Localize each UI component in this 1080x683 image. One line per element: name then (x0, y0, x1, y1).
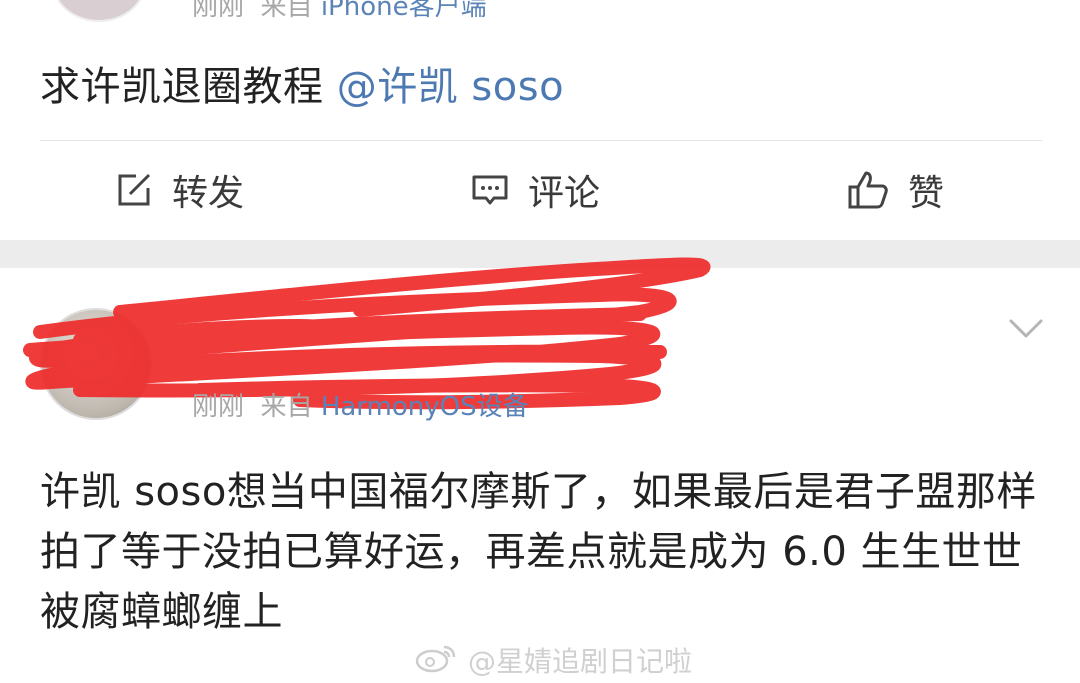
chevron-down-icon[interactable] (1008, 318, 1044, 344)
post-meta: 刚刚 来自 iPhone客户端 (192, 0, 487, 23)
post-time: 刚刚 (192, 392, 245, 422)
post-body: 求许凯退圈教程 (40, 64, 324, 110)
post-time: 刚刚 (192, 0, 245, 22)
repost-button[interactable]: 转发 (114, 141, 244, 238)
post-text: 求许凯退圈教程 @许凯 soso (40, 54, 564, 112)
comment-icon (470, 170, 510, 210)
post-text: 许凯 soso想当中国福尔摩斯了，如果最后是君子盟那样拍了等于没拍已算好运，再差… (40, 469, 1037, 635)
post-card-1: 刚刚 来自 iPhone客户端 求许凯退圈教程 @许凯 soso 转发 评论 赞 (0, 0, 1080, 240)
feed-separator (0, 240, 1080, 268)
comment-label: 评论 (528, 172, 601, 214)
post-device[interactable]: iPhone客户端 (321, 0, 487, 22)
weibo-logo-icon (414, 641, 458, 680)
post-source-label: 来自 (260, 392, 313, 422)
avatar[interactable] (52, 0, 146, 22)
like-label: 赞 (908, 172, 945, 214)
like-icon (846, 169, 890, 211)
repost-label: 转发 (172, 172, 245, 214)
post-meta: 刚刚 来自 HarmonyOS设备 (192, 386, 529, 423)
action-bar: 转发 评论 赞 (0, 141, 1080, 238)
comment-button[interactable]: 评论 (470, 141, 600, 238)
post-source-label: 来自 (260, 0, 313, 22)
watermark: @星婧追剧日记啦 (414, 640, 692, 680)
repost-icon (114, 170, 154, 210)
mention-link[interactable]: @许凯 soso (337, 64, 564, 110)
avatar[interactable] (40, 308, 152, 420)
like-button[interactable]: 赞 (846, 141, 944, 238)
post-device[interactable]: HarmonyOS设备 (321, 392, 529, 422)
watermark-text: @星婧追剧日记啦 (468, 645, 693, 678)
